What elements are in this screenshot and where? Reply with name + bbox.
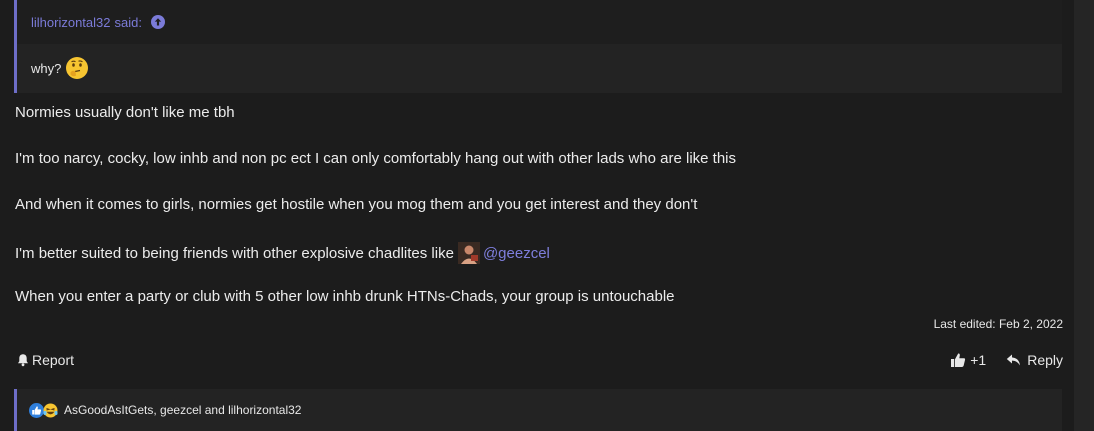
quote-author-link[interactable]: lilhorizontal32 said: — [31, 15, 165, 30]
last-edited-label: Last edited: Feb 2, 2022 — [933, 317, 1063, 331]
like-button[interactable]: +1 — [950, 352, 986, 368]
quote-header: lilhorizontal32 said: — [17, 0, 1062, 44]
quote-said-label: said: — [114, 14, 142, 30]
post-line-4: I'm better suited to being friends with … — [15, 242, 550, 264]
reply-arrow-icon — [1006, 353, 1021, 367]
mention-link[interactable]: @geezcel — [483, 245, 550, 262]
thumbs-up-icon — [950, 352, 966, 368]
like-count: +1 — [970, 352, 987, 368]
reaction-users[interactable]: AsGoodAsItGets, geezcel and lilhorizonta… — [64, 403, 301, 417]
post-line-1: Normies usually don't like me tbh — [15, 104, 235, 121]
report-button[interactable]: Report — [16, 352, 74, 368]
reactions-bar[interactable]: AsGoodAsItGets, geezcel and lilhorizonta… — [14, 389, 1062, 431]
reaction-icons — [29, 402, 58, 418]
quote-text: why? — [31, 60, 62, 76]
thinking-emoji-icon — [65, 56, 89, 80]
reply-button[interactable]: Reply — [1006, 352, 1063, 368]
quote-block: lilhorizontal32 said: why? — [14, 0, 1062, 93]
arrow-up-circle-icon[interactable] — [150, 15, 165, 29]
mention-avatar[interactable] — [457, 242, 480, 264]
scrollbar-track[interactable] — [1074, 0, 1094, 431]
like-reaction-icon — [29, 402, 44, 418]
post-line-4-text: I'm better suited to being friends with … — [15, 244, 454, 262]
reply-label[interactable]: Reply — [1027, 352, 1063, 368]
bell-icon — [16, 353, 30, 367]
quote-body: why? — [31, 56, 89, 80]
post-actions: +1 Reply — [950, 352, 1063, 368]
post-line-5: When you enter a party or club with 5 ot… — [15, 288, 675, 305]
post-line-3: And when it comes to girls, normies get … — [15, 196, 698, 213]
report-label[interactable]: Report — [32, 352, 74, 368]
quote-author-name[interactable]: lilhorizontal32 — [31, 15, 111, 30]
post-line-2: I'm too narcy, cocky, low inhb and non p… — [15, 150, 737, 167]
haha-reaction-icon — [43, 403, 58, 418]
